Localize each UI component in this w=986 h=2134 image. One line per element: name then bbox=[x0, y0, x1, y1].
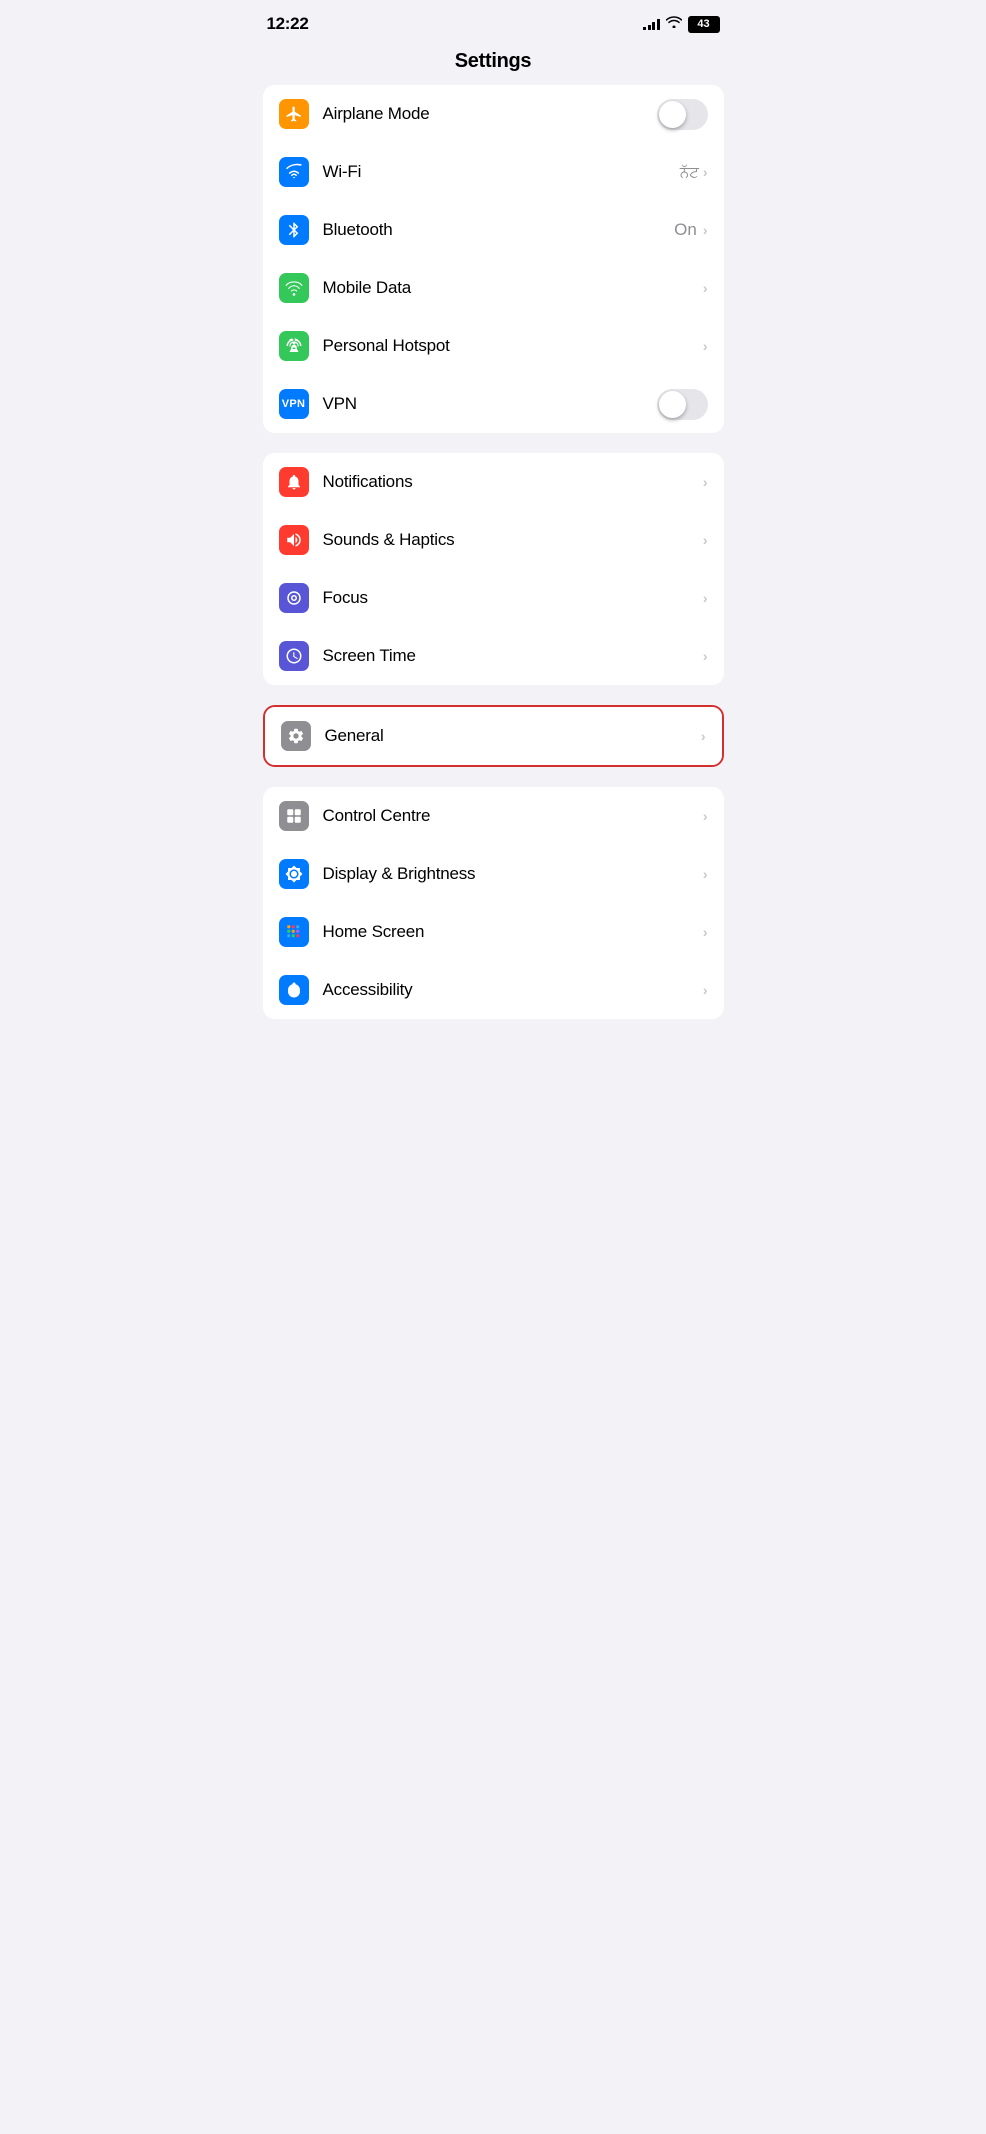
airplane-mode-toggle-thumb bbox=[659, 101, 686, 128]
notifications-chevron-icon: › bbox=[703, 474, 708, 490]
sounds-haptics-chevron-icon: › bbox=[703, 532, 708, 548]
wifi-status-icon bbox=[666, 15, 682, 33]
sounds-haptics-row[interactable]: Sounds & Haptics › bbox=[263, 511, 724, 569]
bluetooth-label: Bluetooth bbox=[323, 220, 675, 240]
wifi-chevron-icon: › bbox=[703, 164, 708, 180]
focus-label: Focus bbox=[323, 588, 703, 608]
personal-hotspot-chevron-icon: › bbox=[703, 338, 708, 354]
wifi-row[interactable]: Wi-Fi ਨੱਟ › bbox=[263, 143, 724, 201]
vpn-row[interactable]: VPN VPN bbox=[263, 375, 724, 433]
notifications-group: Notifications › Sounds & Haptics › Focus… bbox=[263, 453, 724, 685]
general-row[interactable]: General › bbox=[265, 707, 722, 765]
bluetooth-chevron-icon: › bbox=[703, 222, 708, 238]
mobile-data-icon bbox=[279, 273, 309, 303]
page-title: Settings bbox=[267, 50, 720, 73]
sounds-haptics-icon bbox=[279, 525, 309, 555]
focus-row[interactable]: Focus › bbox=[263, 569, 724, 627]
general-label: General bbox=[325, 726, 701, 746]
notifications-label: Notifications bbox=[323, 472, 703, 492]
airplane-mode-row[interactable]: Airplane Mode bbox=[263, 85, 724, 143]
sounds-haptics-label: Sounds & Haptics bbox=[323, 530, 703, 550]
airplane-mode-label: Airplane Mode bbox=[323, 104, 657, 124]
notifications-row[interactable]: Notifications › bbox=[263, 453, 724, 511]
screen-time-label: Screen Time bbox=[323, 646, 703, 666]
accessibility-row[interactable]: Accessibility › bbox=[263, 961, 724, 1019]
display-brightness-label: Display & Brightness bbox=[323, 864, 703, 884]
display-brightness-icon bbox=[279, 859, 309, 889]
vpn-icon: VPN bbox=[279, 389, 309, 419]
bluetooth-row[interactable]: Bluetooth On › bbox=[263, 201, 724, 259]
display-group: Control Centre › Display & Brightness › bbox=[263, 787, 724, 1019]
mobile-data-row[interactable]: Mobile Data › bbox=[263, 259, 724, 317]
bluetooth-icon bbox=[279, 215, 309, 245]
vpn-text: VPN bbox=[282, 398, 306, 410]
personal-hotspot-row[interactable]: Personal Hotspot › bbox=[263, 317, 724, 375]
home-screen-label: Home Screen bbox=[323, 922, 703, 942]
accessibility-icon bbox=[279, 975, 309, 1005]
signal-bars-icon bbox=[643, 18, 660, 30]
general-icon bbox=[281, 721, 311, 751]
airplane-mode-icon bbox=[279, 99, 309, 129]
page-title-container: Settings bbox=[247, 42, 740, 85]
accessibility-chevron-icon: › bbox=[703, 982, 708, 998]
bluetooth-value: On bbox=[674, 220, 697, 240]
notifications-icon bbox=[279, 467, 309, 497]
battery-icon: 43 bbox=[688, 16, 720, 33]
wifi-icon bbox=[279, 157, 309, 187]
wifi-label: Wi-Fi bbox=[323, 162, 680, 182]
personal-hotspot-label: Personal Hotspot bbox=[323, 336, 703, 356]
mobile-data-chevron-icon: › bbox=[703, 280, 708, 296]
spacer bbox=[247, 767, 740, 787]
home-screen-icon bbox=[279, 917, 309, 947]
control-centre-icon bbox=[279, 801, 309, 831]
display-brightness-chevron-icon: › bbox=[703, 866, 708, 882]
screen-time-icon bbox=[279, 641, 309, 671]
general-chevron-icon: › bbox=[701, 728, 706, 744]
accessibility-label: Accessibility bbox=[323, 980, 703, 1000]
personal-hotspot-icon bbox=[279, 331, 309, 361]
control-centre-chevron-icon: › bbox=[703, 808, 708, 824]
general-group: General › bbox=[263, 705, 724, 767]
control-centre-row[interactable]: Control Centre › bbox=[263, 787, 724, 845]
screen-time-chevron-icon: › bbox=[703, 648, 708, 664]
home-screen-chevron-icon: › bbox=[703, 924, 708, 940]
vpn-toggle[interactable] bbox=[657, 389, 708, 420]
vpn-label: VPN bbox=[323, 394, 657, 414]
focus-chevron-icon: › bbox=[703, 590, 708, 606]
wifi-value: ਨੱਟ bbox=[680, 164, 699, 181]
control-centre-label: Control Centre bbox=[323, 806, 703, 826]
mobile-data-label: Mobile Data bbox=[323, 278, 703, 298]
display-brightness-row[interactable]: Display & Brightness › bbox=[263, 845, 724, 903]
status-time: 12:22 bbox=[267, 14, 309, 34]
status-icons: 43 bbox=[643, 15, 720, 33]
screen-time-row[interactable]: Screen Time › bbox=[263, 627, 724, 685]
status-bar: 12:22 43 bbox=[247, 0, 740, 42]
vpn-toggle-thumb bbox=[659, 391, 686, 418]
focus-icon bbox=[279, 583, 309, 613]
airplane-mode-toggle[interactable] bbox=[657, 99, 708, 130]
connectivity-group: Airplane Mode Wi-Fi ਨੱਟ › Bluetooth On ›… bbox=[263, 85, 724, 433]
home-screen-row[interactable]: Home Screen › bbox=[263, 903, 724, 961]
